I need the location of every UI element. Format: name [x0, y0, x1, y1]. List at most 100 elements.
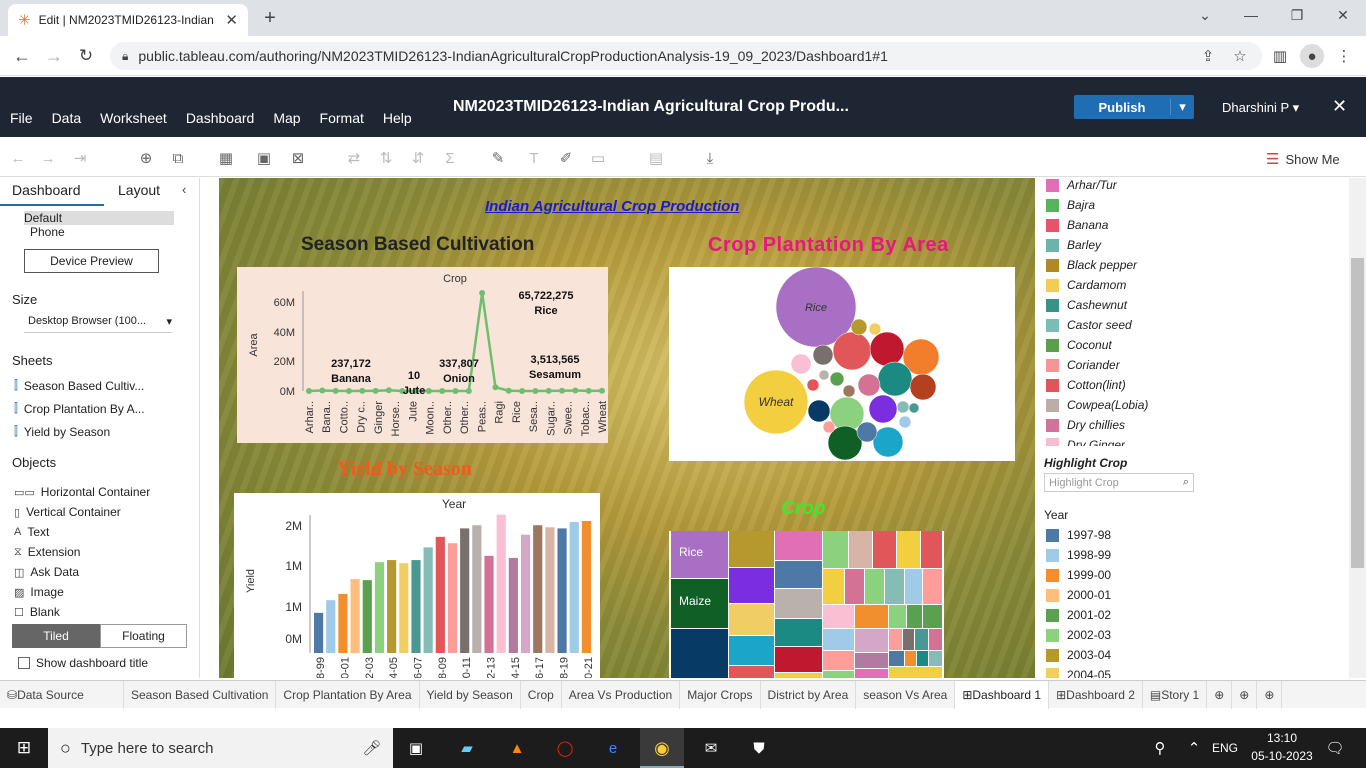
legend-item[interactable]: Barley — [1046, 238, 1101, 252]
legend-item[interactable]: Arhar/Tur — [1046, 178, 1117, 192]
device-phone[interactable]: Phone — [30, 225, 65, 239]
menu-data[interactable]: Data — [52, 110, 82, 126]
people-icon[interactable]: ⚲ — [1150, 738, 1170, 758]
close-tab-icon[interactable]: ✕ — [225, 11, 238, 29]
undo-icon[interactable]: ← — [8, 148, 28, 168]
size-dropdown[interactable]: Desktop Browser (100... ▾ — [24, 315, 172, 333]
highlight-input[interactable]: Highlight Crop ⌕ — [1044, 473, 1194, 492]
legend-item[interactable]: 2002-03 — [1046, 628, 1111, 642]
collapse-pane-icon[interactable]: ‹ — [182, 182, 186, 197]
share-icon[interactable]: ⇪ — [1198, 46, 1218, 66]
object-image[interactable]: ▨ Image — [14, 585, 64, 599]
new-worksheet-icon[interactable]: ⊕ — [1207, 680, 1233, 709]
minimize-icon[interactable]: — — [1236, 4, 1266, 26]
legend-item[interactable]: Cotton(lint) — [1046, 378, 1126, 392]
task-view-icon[interactable]: ▣ — [406, 738, 426, 758]
taskbar-search[interactable]: ○ Type here to search — [48, 728, 393, 768]
device-default[interactable]: Default — [24, 211, 62, 225]
pause-updates-icon[interactable]: ⧉ — [168, 148, 188, 168]
close-icon[interactable]: ✕ — [1332, 96, 1347, 117]
legend-item[interactable]: Bajra — [1046, 198, 1095, 212]
legend-item[interactable]: 1998-99 — [1046, 548, 1111, 562]
object-extension[interactable]: ⧖ Extension — [14, 545, 80, 559]
show-title-checkbox[interactable]: Show dashboard title — [18, 656, 148, 670]
profile-icon[interactable]: ● — [1300, 44, 1324, 68]
opera-icon[interactable]: ◯ — [554, 738, 576, 758]
publish-button[interactable]: Publish ▾ — [1074, 95, 1194, 119]
legend-item[interactable]: 1997-98 — [1046, 528, 1111, 542]
vlc-icon[interactable]: ▲ — [506, 738, 528, 758]
sheet-item[interactable]: ⫿ Crop Plantation By A... — [14, 401, 145, 416]
browser-tab[interactable]: ✳ Edit | NM2023TMID26123-Indian ✕ — [8, 4, 248, 36]
sheet-item[interactable]: ⫿ Season Based Cultiv... — [14, 378, 144, 393]
bookmark-star-icon[interactable]: ☆ — [1230, 46, 1250, 66]
back-icon[interactable]: ← — [10, 44, 34, 68]
legend-item[interactable]: 2004-05 — [1046, 668, 1111, 678]
sheet-tab[interactable]: Yield by Season — [420, 680, 521, 709]
scrollbar-thumb[interactable] — [1351, 258, 1364, 568]
store-icon[interactable]: ⛊ — [748, 738, 770, 758]
download-icon[interactable]: ⤓ — [700, 148, 720, 168]
edge-icon[interactable]: e — [602, 738, 624, 758]
object-vertical-container[interactable]: ▯ Vertical Container — [14, 505, 121, 519]
restore-icon[interactable]: ❐ — [1282, 4, 1312, 26]
legend-item[interactable]: 2003-04 — [1046, 648, 1111, 662]
redo-icon[interactable]: → — [38, 148, 58, 168]
crop-treemap-panel[interactable]: Rice Maize — [669, 531, 944, 678]
chevron-up-icon[interactable]: ⌃ — [1186, 738, 1202, 758]
new-datasource-icon[interactable]: ⊕ — [136, 148, 156, 168]
language-indicator[interactable]: ENG — [1212, 741, 1238, 755]
sort-asc-icon[interactable]: ⇅ — [376, 148, 396, 168]
device-preview-button[interactable]: Device Preview — [24, 249, 159, 273]
legend-item[interactable]: Coconut — [1046, 338, 1112, 352]
legend-item[interactable]: Dry chillies — [1046, 418, 1125, 432]
format-icon[interactable]: ✐ — [556, 148, 576, 168]
sheet-item[interactable]: ⫿ Yield by Season — [14, 424, 110, 439]
fit-icon[interactable]: ▭ — [588, 148, 608, 168]
object-horizontal-container[interactable]: ▭▭ Horizontal Container — [14, 485, 150, 499]
clear-icon[interactable]: ⊠ — [288, 148, 308, 168]
mail-icon[interactable]: ✉ — [700, 738, 722, 758]
workbook-title[interactable]: NM2023TMID26123-Indian Agricultural Crop… — [453, 98, 849, 116]
season-chart-panel[interactable]: Crop Area 60M 40M 20M 0M Arhar.. Bana.. Cotto.. D… — [237, 267, 609, 443]
tab-layout[interactable]: Layout — [118, 182, 160, 198]
replay-icon[interactable]: ⇥ — [70, 148, 90, 168]
sheet-tab[interactable]: Crop Plantation By Area — [276, 680, 420, 709]
sheet-tab[interactable]: Major Crops — [680, 680, 761, 709]
legend-item[interactable]: 1999-00 — [1046, 568, 1111, 582]
new-story-icon[interactable]: ⊕ — [1257, 680, 1283, 709]
labels-icon[interactable]: T — [524, 148, 544, 168]
sheet-tab[interactable]: District by Area — [761, 680, 857, 709]
sidebar-icon[interactable]: ▥ — [1270, 46, 1290, 66]
address-bar[interactable]: 🔒︎ public.tableau.com/authoring/NM2023TM… — [110, 42, 1262, 70]
tiled-toggle[interactable]: Tiled — [12, 624, 100, 648]
menu-help[interactable]: Help — [383, 110, 412, 126]
sheet-tab[interactable]: ⊞ Dashboard 1 — [955, 680, 1050, 709]
user-menu[interactable]: Dharshini P ▾ — [1222, 100, 1299, 116]
more-menu-icon[interactable]: ⋮ — [1334, 46, 1354, 66]
menu-map[interactable]: Map — [273, 110, 300, 126]
menu-format[interactable]: Format — [320, 110, 364, 126]
object-ask-data[interactable]: ◫ Ask Data — [14, 565, 79, 579]
menu-file[interactable]: File — [10, 110, 33, 126]
reload-icon[interactable]: ↻ — [74, 44, 98, 68]
legend-item[interactable]: Castor seed — [1046, 318, 1132, 332]
legend-item[interactable]: Cardamom — [1046, 278, 1126, 292]
object-text[interactable]: A Text — [14, 525, 49, 539]
checkbox[interactable] — [18, 657, 30, 669]
menu-worksheet[interactable]: Worksheet — [100, 110, 167, 126]
clock-date[interactable]: 05-10-2023 — [1250, 749, 1314, 763]
sheet-tab[interactable]: Area Vs Production — [562, 680, 681, 709]
object-blank[interactable]: ☐ Blank — [14, 605, 60, 619]
sheet-tab[interactable]: ⊞ Dashboard 2 — [1049, 680, 1143, 709]
legend-item[interactable]: Banana — [1046, 218, 1108, 232]
notification-icon[interactable]: 🗨︎ — [1324, 738, 1346, 758]
legend-item[interactable]: 2001-02 — [1046, 608, 1111, 622]
sheet-tab[interactable]: ▤ Story 1 — [1143, 680, 1208, 709]
duplicate-icon[interactable]: ▣ — [254, 148, 274, 168]
close-window-icon[interactable]: ✕ — [1328, 4, 1358, 26]
microphone-icon[interactable]: 🎤︎ — [362, 738, 382, 758]
sheet-tab[interactable]: ⛁ Data Source — [0, 680, 124, 709]
sort-desc-icon[interactable]: ⇵ — [408, 148, 428, 168]
legend-item[interactable]: Cashewnut — [1046, 298, 1127, 312]
